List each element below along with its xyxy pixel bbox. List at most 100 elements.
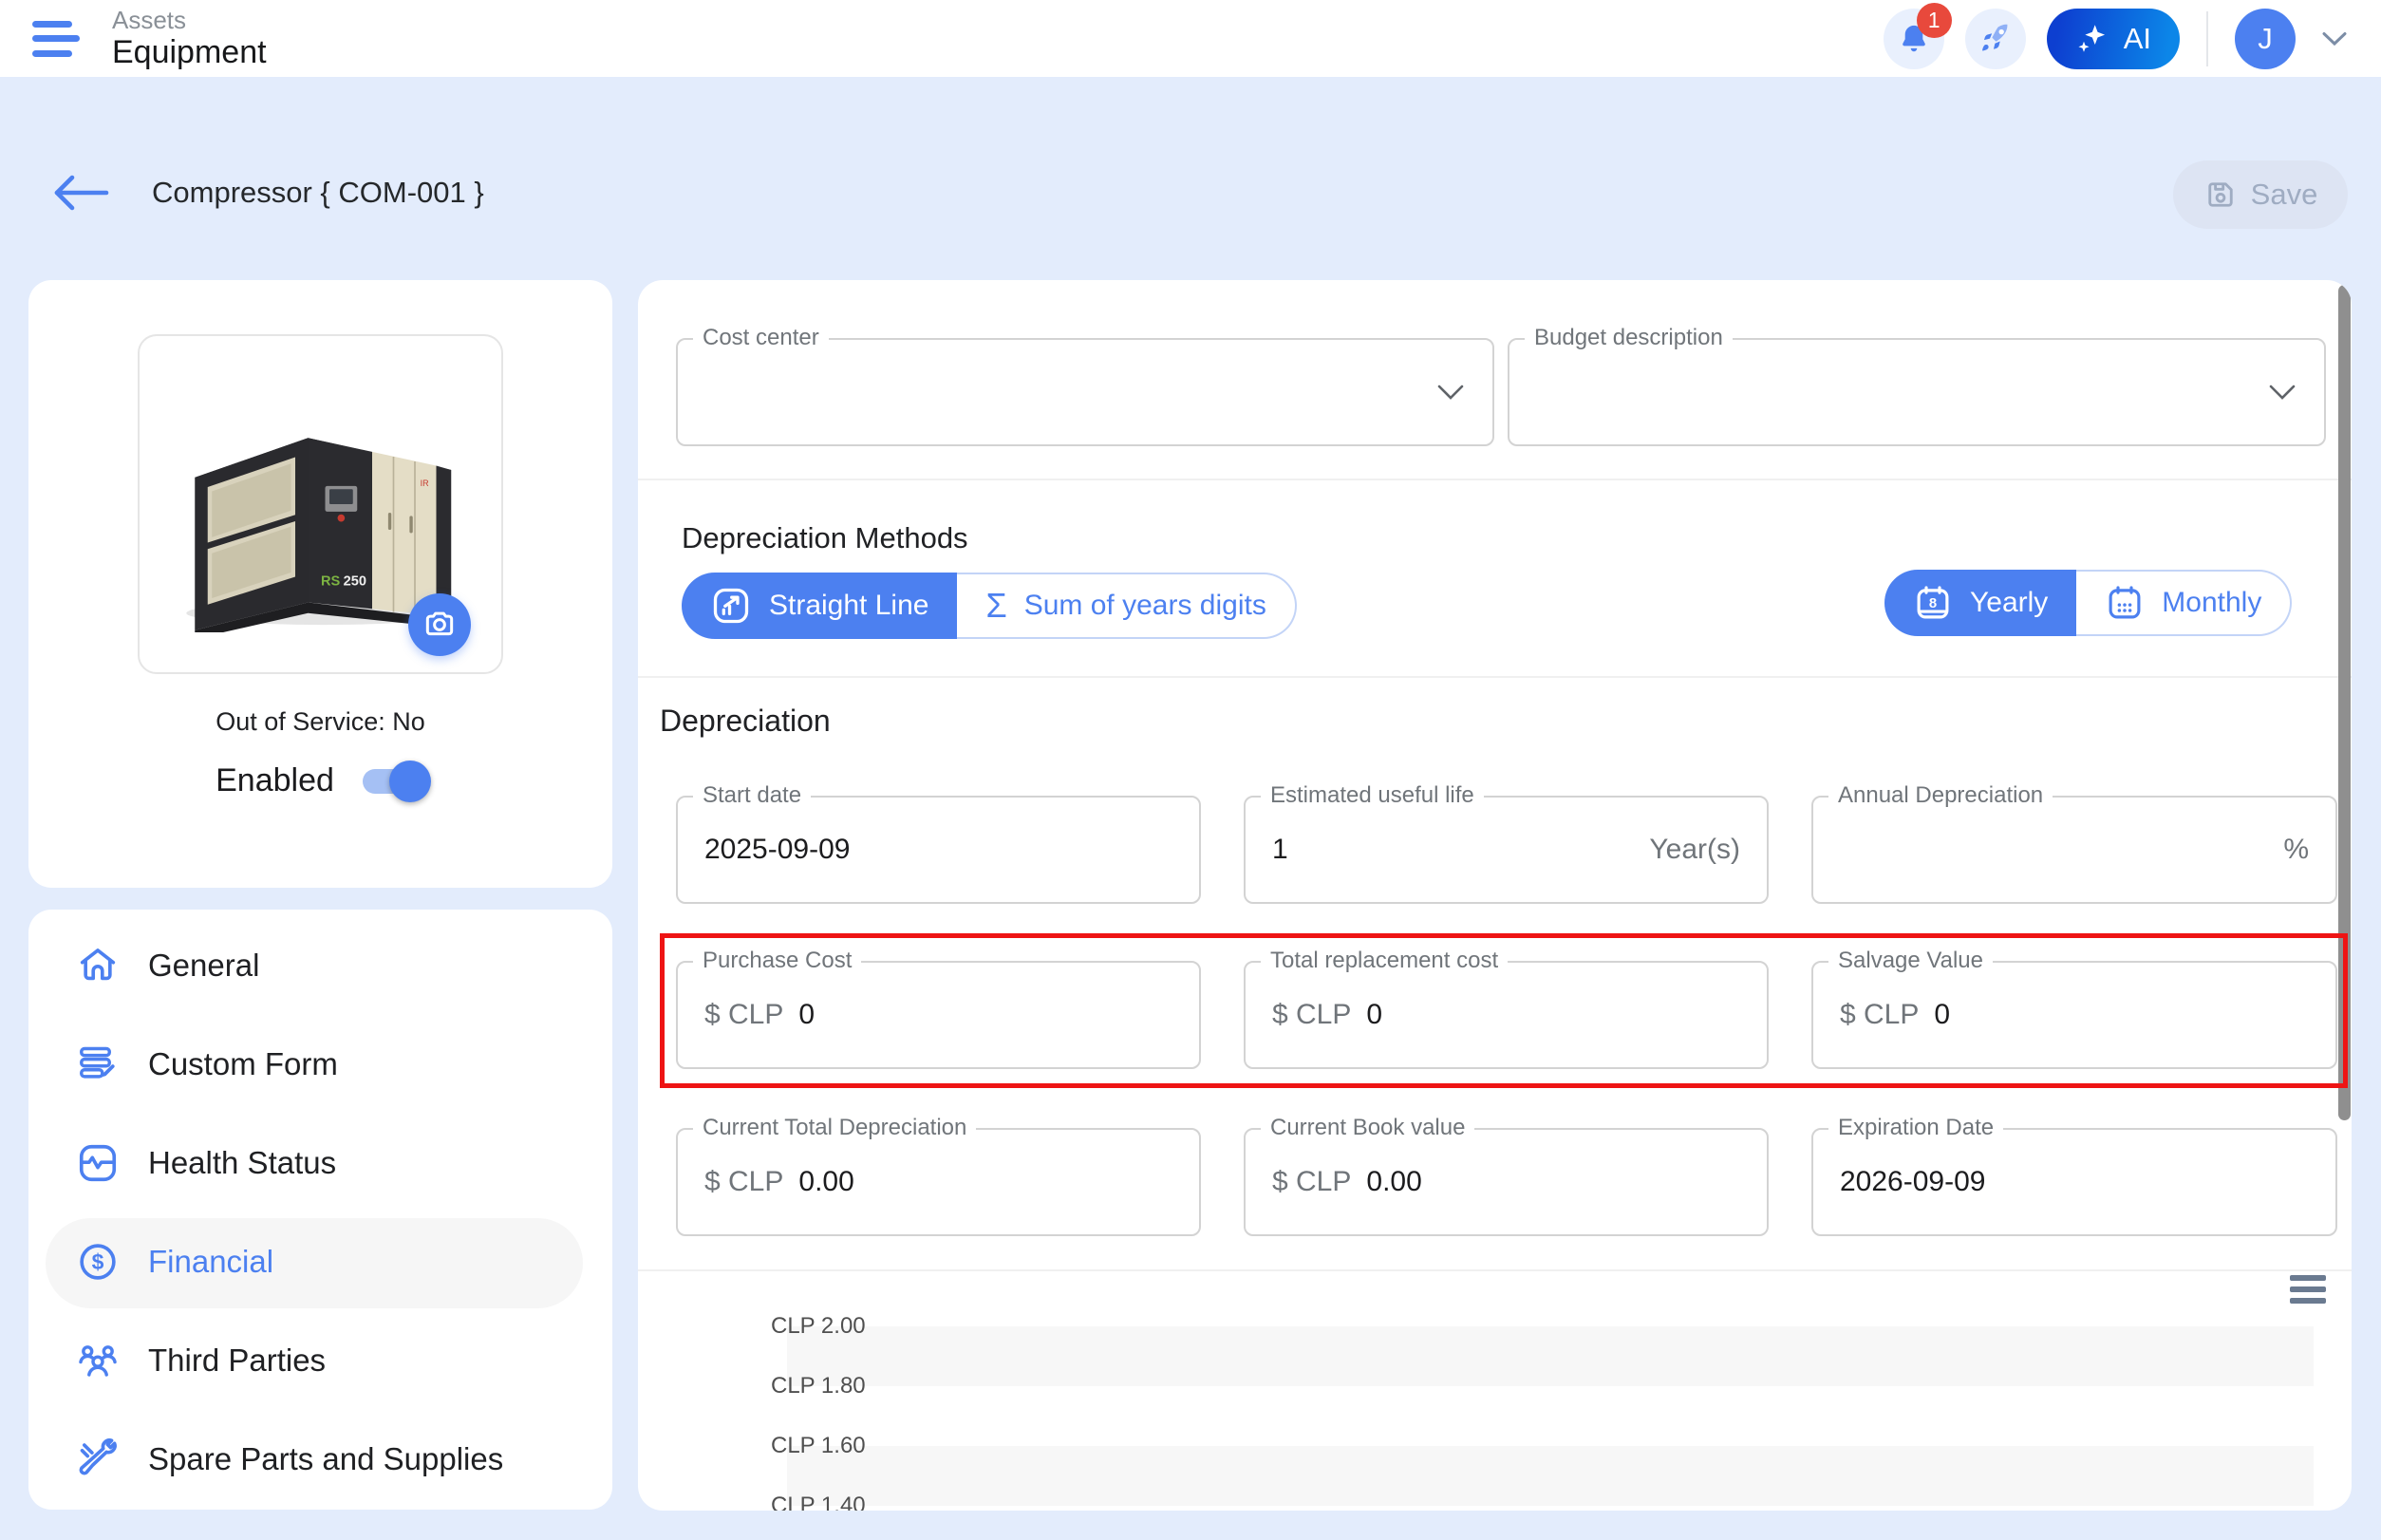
chart-y-tick: CLP 1.80 bbox=[771, 1373, 866, 1399]
sidebar-item-third-parties[interactable]: Third Parties bbox=[76, 1334, 326, 1387]
field-value: 0 bbox=[798, 999, 816, 1030]
depreciation-heading: Depreciation bbox=[660, 704, 831, 738]
chart-y-tick: CLP 2.00 bbox=[771, 1313, 866, 1339]
sidebar-item-label: Custom Form bbox=[148, 1046, 338, 1081]
divider bbox=[638, 676, 2352, 678]
panel-scrollbar[interactable] bbox=[2338, 285, 2351, 1120]
enabled-toggle[interactable] bbox=[362, 760, 431, 802]
expiration-date-field[interactable]: Expiration Date 2026-09-09 bbox=[1811, 1115, 2337, 1236]
currency-prefix: $ CLP bbox=[1272, 999, 1352, 1030]
period-yearly-button[interactable]: 8 Yearly bbox=[1884, 570, 2077, 636]
menu-icon[interactable] bbox=[32, 20, 80, 57]
sidebar-item-spare-parts[interactable]: Spare Parts and Supplies bbox=[76, 1433, 503, 1486]
svg-text:$: $ bbox=[92, 1249, 104, 1274]
chart-y-tick: CLP 1.60 bbox=[771, 1433, 866, 1458]
sigma-icon: Σ bbox=[985, 586, 1007, 625]
field-label: Current Total Depreciation bbox=[693, 1115, 977, 1141]
ai-button-label: AI bbox=[2123, 21, 2151, 55]
useful-life-field[interactable]: Estimated useful life 1 Year(s) bbox=[1244, 782, 1769, 904]
change-photo-button[interactable] bbox=[408, 593, 471, 656]
field-label: Total replacement cost bbox=[1261, 948, 1509, 974]
svg-text:RS250: RS 250 bbox=[321, 574, 366, 590]
period-label: Monthly bbox=[2162, 587, 2262, 618]
salvage-value-field[interactable]: Salvage Value $ CLP 0 bbox=[1811, 948, 2337, 1069]
chevron-down-icon bbox=[2269, 385, 2296, 400]
sidebar-item-label: General bbox=[148, 948, 260, 983]
currency-prefix: $ CLP bbox=[704, 1166, 784, 1197]
svg-text:IR: IR bbox=[420, 479, 429, 488]
home-icon bbox=[76, 944, 120, 987]
sidebar-item-financial[interactable]: $ Financial bbox=[76, 1235, 273, 1288]
purchase-cost-field[interactable]: Purchase Cost $ CLP 0 bbox=[676, 948, 1201, 1069]
current-total-depreciation-field[interactable]: Current Total Depreciation $ CLP 0.00 bbox=[676, 1115, 1201, 1236]
top-bar: Assets Equipment 1 AI J bbox=[0, 0, 2381, 77]
divider bbox=[638, 479, 2352, 480]
pulse-square-icon bbox=[76, 1141, 120, 1185]
ai-assistant-button[interactable]: AI bbox=[2046, 8, 2180, 69]
currency-prefix: $ CLP bbox=[1272, 1166, 1352, 1197]
whats-new-button[interactable] bbox=[1964, 8, 2026, 69]
budget-description-label: Budget description bbox=[1525, 325, 1733, 351]
camera-icon bbox=[422, 607, 458, 643]
save-icon bbox=[2203, 178, 2238, 212]
period-monthly-button[interactable]: Monthly bbox=[2076, 570, 2293, 636]
depreciation-method-toggle: Straight Line Σ Sum of years digits bbox=[682, 573, 1297, 639]
method-sum-of-years-button[interactable]: Σ Sum of years digits bbox=[957, 573, 1297, 639]
field-suffix: Year(s) bbox=[1649, 834, 1740, 865]
current-book-value-field[interactable]: Current Book value $ CLP 0.00 bbox=[1244, 1115, 1769, 1236]
field-value: 0.00 bbox=[1366, 1166, 1422, 1197]
notification-badge: 1 bbox=[1916, 2, 1952, 38]
page-title-block: Assets Equipment bbox=[112, 6, 267, 70]
enabled-label: Enabled bbox=[216, 762, 334, 798]
sidebar-item-label: Third Parties bbox=[148, 1343, 327, 1378]
budget-description-select[interactable]: Budget description bbox=[1508, 325, 2326, 446]
account-menu-chevron-icon[interactable] bbox=[2322, 31, 2347, 47]
financial-panel: Cost center Budget description Depreciat… bbox=[638, 280, 2352, 1511]
method-label: Sum of years digits bbox=[1023, 590, 1266, 621]
sidebar-item-general[interactable]: General bbox=[76, 939, 259, 992]
sidebar-item-label: Financial bbox=[148, 1244, 274, 1279]
field-value: 0 bbox=[1934, 999, 1951, 1030]
field-label: Expiration Date bbox=[1828, 1115, 2004, 1141]
sidebar-item-custom-form[interactable]: Custom Form bbox=[76, 1038, 338, 1091]
field-value: 2026-09-09 bbox=[1840, 1166, 1986, 1197]
field-value: 0 bbox=[1366, 999, 1383, 1030]
chart-context-menu-icon[interactable] bbox=[2290, 1275, 2326, 1304]
chart-band bbox=[787, 1446, 2314, 1506]
trend-chart-icon bbox=[710, 585, 752, 627]
rocket-icon bbox=[1978, 21, 2014, 57]
back-arrow-icon[interactable] bbox=[49, 172, 112, 214]
field-value: 0.00 bbox=[798, 1166, 854, 1197]
form-pencil-icon bbox=[76, 1042, 120, 1086]
asset-sections-nav: General Custom Form Health Status $ Fina… bbox=[28, 910, 612, 1510]
toggle-thumb bbox=[388, 760, 431, 802]
save-button[interactable]: Save bbox=[2173, 160, 2348, 229]
field-label: Annual Depreciation bbox=[1828, 782, 2053, 809]
period-toggle: 8 Yearly Monthly bbox=[1884, 570, 2293, 636]
people-group-icon bbox=[76, 1339, 120, 1382]
period-label: Yearly bbox=[1970, 587, 2049, 618]
out-of-service-status: Out of Service: No bbox=[216, 707, 425, 736]
sidebar-item-health-status[interactable]: Health Status bbox=[76, 1136, 336, 1190]
depreciation-methods-heading: Depreciation Methods bbox=[682, 521, 968, 554]
method-label: Straight Line bbox=[769, 590, 929, 621]
method-straight-line-button[interactable]: Straight Line bbox=[682, 573, 958, 639]
start-date-field[interactable]: Start date 2025-09-09 bbox=[676, 782, 1201, 904]
field-label: Start date bbox=[693, 782, 812, 809]
sidebar-item-label: Health Status bbox=[148, 1145, 337, 1180]
field-label: Current Book value bbox=[1261, 1115, 1475, 1141]
field-label: Purchase Cost bbox=[693, 948, 862, 974]
cost-center-select[interactable]: Cost center bbox=[676, 325, 1494, 446]
page-content: Compressor { COM-001 } Save RS 250 IR Ou… bbox=[0, 77, 2381, 1540]
asset-photo-card: RS 250 IR Out of Service: No Enabled bbox=[28, 280, 612, 888]
currency-prefix: $ CLP bbox=[1840, 999, 1920, 1030]
replacement-cost-field[interactable]: Total replacement cost $ CLP 0 bbox=[1244, 948, 1769, 1069]
notifications-button[interactable]: 1 bbox=[1883, 2, 1952, 69]
field-value: 2025-09-09 bbox=[704, 834, 851, 865]
annual-depreciation-field[interactable]: Annual Depreciation % bbox=[1811, 782, 2337, 904]
field-value: 1 bbox=[1272, 834, 1288, 865]
cost-center-label: Cost center bbox=[693, 325, 829, 351]
user-avatar[interactable]: J bbox=[2235, 8, 2296, 69]
tools-icon bbox=[76, 1437, 120, 1481]
calendar-year-icon: 8 bbox=[1913, 583, 1953, 623]
